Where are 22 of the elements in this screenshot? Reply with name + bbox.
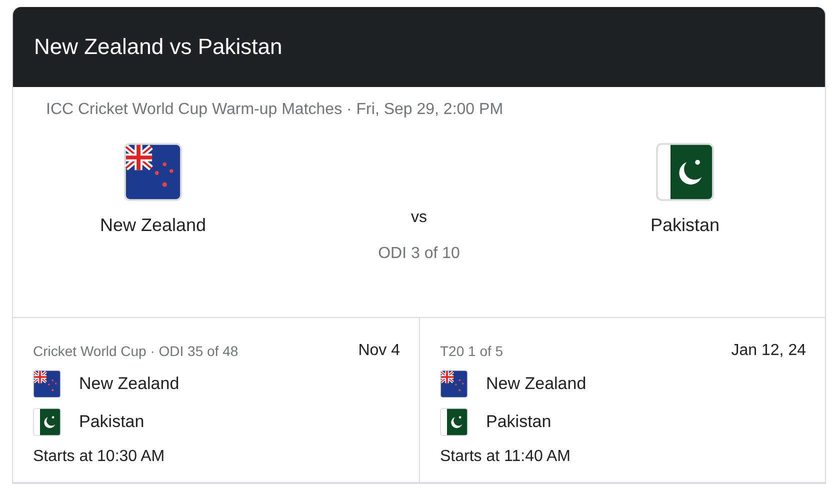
team-name: New Zealand <box>486 374 586 394</box>
flag-icon <box>33 408 61 436</box>
flag-icon <box>656 143 714 201</box>
flag-icon <box>440 408 468 436</box>
versus-label: vs <box>411 209 427 227</box>
match-date: Jan 12, 24 <box>731 342 806 360</box>
match-date: Nov 4 <box>358 342 400 360</box>
start-time: Starts at 10:30 AM <box>33 448 166 466</box>
series-label: T20 1 of 5 <box>440 343 504 359</box>
series-label: ODI 3 of 10 <box>378 245 460 263</box>
team-name: New Zealand <box>79 374 180 394</box>
flag-icon <box>33 370 61 398</box>
match-subtitle: ICC Cricket World Cup Warm-up Matches · Fri, Sep 29, 2:00 PM <box>46 101 504 119</box>
flag-icon <box>124 143 182 201</box>
team-name: Pakistan <box>486 412 552 432</box>
team-name: New Zealand <box>100 215 206 236</box>
flag-icon <box>440 370 468 398</box>
match-title: New Zealand vs Pakistan <box>34 34 282 60</box>
start-time: Starts at 11:40 AM <box>440 448 572 466</box>
series-label: Cricket World Cup · ODI 35 of 48 <box>33 343 238 359</box>
team-name: Pakistan <box>650 215 720 236</box>
team-name: Pakistan <box>79 412 144 432</box>
